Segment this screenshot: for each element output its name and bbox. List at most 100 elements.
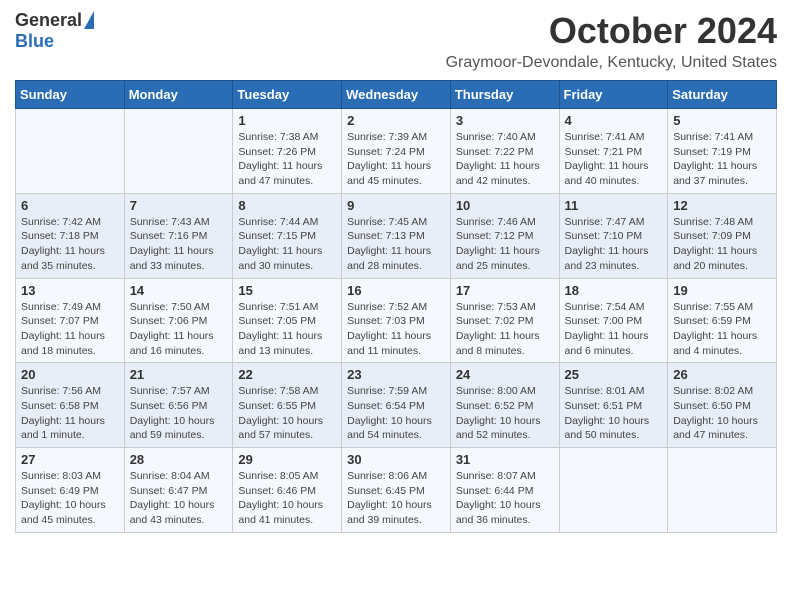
calendar-cell: 8Sunrise: 7:44 AM Sunset: 7:15 PM Daylig… <box>233 193 342 278</box>
day-info: Sunrise: 7:58 AM Sunset: 6:55 PM Dayligh… <box>238 384 336 443</box>
calendar-cell <box>124 109 233 194</box>
day-info: Sunrise: 7:59 AM Sunset: 6:54 PM Dayligh… <box>347 384 445 443</box>
day-number: 22 <box>238 367 336 382</box>
calendar-cell: 12 Sunrise: 7:48 AM Sunset: 7:09 PM Dayli… <box>668 193 777 278</box>
weekday-header: Friday <box>559 81 668 109</box>
day-info: Sunrise: 7:41 AM Sunset: 7:19 PM Dayligh… <box>673 130 771 189</box>
calendar-cell: 13 Sunrise: 7:49 AM Sunset: 7:07 PM Dayli… <box>16 278 125 363</box>
day-number: 15 <box>238 283 336 298</box>
day-number: 6 <box>21 198 119 213</box>
day-info: Sunrise: 7:39 AM Sunset: 7:24 PM Dayligh… <box>347 130 445 189</box>
day-number: 28 <box>130 452 228 467</box>
day-info: Sunrise: 7:44 AM Sunset: 7:15 PM Dayligh… <box>238 215 336 274</box>
day-info: Sunrise: 7:43 AM Sunset: 7:16 PM Dayligh… <box>130 215 228 274</box>
calendar-cell <box>16 109 125 194</box>
day-number: 4 <box>565 113 663 128</box>
calendar-cell: 23 Sunrise: 7:59 AM Sunset: 6:54 PM Dayli… <box>342 363 451 448</box>
calendar-cell <box>559 448 668 533</box>
calendar-cell: 28 Sunrise: 8:04 AM Sunset: 6:47 PM Dayli… <box>124 448 233 533</box>
day-info: Sunrise: 8:05 AM Sunset: 6:46 PM Dayligh… <box>238 469 336 528</box>
weekday-header: Sunday <box>16 81 125 109</box>
day-info: Sunrise: 7:53 AM Sunset: 7:02 PM Dayligh… <box>456 300 554 359</box>
weekday-header: Thursday <box>450 81 559 109</box>
calendar-cell: 29Sunrise: 8:05 AM Sunset: 6:46 PM Dayli… <box>233 448 342 533</box>
day-info: Sunrise: 7:51 AM Sunset: 7:05 PM Dayligh… <box>238 300 336 359</box>
calendar-cell: 21 Sunrise: 7:57 AM Sunset: 6:56 PM Dayli… <box>124 363 233 448</box>
day-number: 27 <box>21 452 119 467</box>
logo: General Blue <box>15 10 94 52</box>
day-number: 17 <box>456 283 554 298</box>
day-number: 14 <box>130 283 228 298</box>
calendar-week-row: 13 Sunrise: 7:49 AM Sunset: 7:07 PM Dayli… <box>16 278 777 363</box>
calendar-cell: 16Sunrise: 7:52 AM Sunset: 7:03 PM Dayli… <box>342 278 451 363</box>
day-info: Sunrise: 7:55 AM Sunset: 6:59 PM Dayligh… <box>673 300 771 359</box>
day-info: Sunrise: 8:07 AM Sunset: 6:44 PM Dayligh… <box>456 469 554 528</box>
logo-blue-text: Blue <box>15 31 54 52</box>
day-number: 18 <box>565 283 663 298</box>
calendar-cell: 31 Sunrise: 8:07 AM Sunset: 6:44 PM Dayli… <box>450 448 559 533</box>
weekday-header-row: SundayMondayTuesdayWednesdayThursdayFrid… <box>16 81 777 109</box>
day-number: 31 <box>456 452 554 467</box>
calendar-cell: 19 Sunrise: 7:55 AM Sunset: 6:59 PM Dayli… <box>668 278 777 363</box>
calendar-week-row: 20Sunrise: 7:56 AM Sunset: 6:58 PM Dayli… <box>16 363 777 448</box>
day-number: 11 <box>565 198 663 213</box>
weekday-header: Saturday <box>668 81 777 109</box>
day-info: Sunrise: 7:49 AM Sunset: 7:07 PM Dayligh… <box>21 300 119 359</box>
weekday-header: Monday <box>124 81 233 109</box>
day-number: 13 <box>21 283 119 298</box>
day-info: Sunrise: 8:00 AM Sunset: 6:52 PM Dayligh… <box>456 384 554 443</box>
logo-triangle-icon <box>84 11 94 29</box>
day-number: 21 <box>130 367 228 382</box>
weekday-header: Tuesday <box>233 81 342 109</box>
calendar-cell: 9 Sunrise: 7:45 AM Sunset: 7:13 PM Daylig… <box>342 193 451 278</box>
calendar-cell: 11Sunrise: 7:47 AM Sunset: 7:10 PM Dayli… <box>559 193 668 278</box>
day-number: 30 <box>347 452 445 467</box>
day-number: 16 <box>347 283 445 298</box>
day-number: 12 <box>673 198 771 213</box>
day-info: Sunrise: 8:02 AM Sunset: 6:50 PM Dayligh… <box>673 384 771 443</box>
calendar-cell: 30Sunrise: 8:06 AM Sunset: 6:45 PM Dayli… <box>342 448 451 533</box>
day-number: 5 <box>673 113 771 128</box>
calendar-cell: 7 Sunrise: 7:43 AM Sunset: 7:16 PM Daylig… <box>124 193 233 278</box>
day-info: Sunrise: 8:04 AM Sunset: 6:47 PM Dayligh… <box>130 469 228 528</box>
day-number: 19 <box>673 283 771 298</box>
calendar-week-row: 27Sunrise: 8:03 AM Sunset: 6:49 PM Dayli… <box>16 448 777 533</box>
calendar-cell: 6 Sunrise: 7:42 AM Sunset: 7:18 PM Daylig… <box>16 193 125 278</box>
day-info: Sunrise: 7:48 AM Sunset: 7:09 PM Dayligh… <box>673 215 771 274</box>
day-info: Sunrise: 7:50 AM Sunset: 7:06 PM Dayligh… <box>130 300 228 359</box>
day-number: 3 <box>456 113 554 128</box>
location-title: Graymoor-Devondale, Kentucky, United Sta… <box>446 54 777 72</box>
day-info: Sunrise: 7:38 AM Sunset: 7:26 PM Dayligh… <box>238 130 336 189</box>
calendar-cell: 17 Sunrise: 7:53 AM Sunset: 7:02 PM Dayli… <box>450 278 559 363</box>
day-info: Sunrise: 8:01 AM Sunset: 6:51 PM Dayligh… <box>565 384 663 443</box>
calendar-cell: 22 Sunrise: 7:58 AM Sunset: 6:55 PM Dayli… <box>233 363 342 448</box>
calendar-cell: 2 Sunrise: 7:39 AM Sunset: 7:24 PM Daylig… <box>342 109 451 194</box>
day-number: 9 <box>347 198 445 213</box>
day-info: Sunrise: 7:40 AM Sunset: 7:22 PM Dayligh… <box>456 130 554 189</box>
day-number: 7 <box>130 198 228 213</box>
weekday-header: Wednesday <box>342 81 451 109</box>
day-info: Sunrise: 7:57 AM Sunset: 6:56 PM Dayligh… <box>130 384 228 443</box>
day-info: Sunrise: 7:42 AM Sunset: 7:18 PM Dayligh… <box>21 215 119 274</box>
calendar-cell: 27Sunrise: 8:03 AM Sunset: 6:49 PM Dayli… <box>16 448 125 533</box>
day-number: 2 <box>347 113 445 128</box>
day-number: 10 <box>456 198 554 213</box>
calendar-week-row: 6 Sunrise: 7:42 AM Sunset: 7:18 PM Daylig… <box>16 193 777 278</box>
calendar-cell <box>668 448 777 533</box>
title-area: October 2024 Graymoor-Devondale, Kentuck… <box>446 10 777 72</box>
calendar-cell: 24Sunrise: 8:00 AM Sunset: 6:52 PM Dayli… <box>450 363 559 448</box>
calendar-cell: 5 Sunrise: 7:41 AM Sunset: 7:19 PM Daylig… <box>668 109 777 194</box>
calendar-cell: 4Sunrise: 7:41 AM Sunset: 7:21 PM Daylig… <box>559 109 668 194</box>
day-number: 23 <box>347 367 445 382</box>
logo-general-text: General <box>15 10 82 31</box>
day-number: 25 <box>565 367 663 382</box>
calendar-cell: 14 Sunrise: 7:50 AM Sunset: 7:06 PM Dayli… <box>124 278 233 363</box>
day-info: Sunrise: 7:45 AM Sunset: 7:13 PM Dayligh… <box>347 215 445 274</box>
calendar-cell: 15 Sunrise: 7:51 AM Sunset: 7:05 PM Dayli… <box>233 278 342 363</box>
calendar-cell: 3 Sunrise: 7:40 AM Sunset: 7:22 PM Daylig… <box>450 109 559 194</box>
calendar-cell: 18 Sunrise: 7:54 AM Sunset: 7:00 PM Dayli… <box>559 278 668 363</box>
day-info: Sunrise: 7:46 AM Sunset: 7:12 PM Dayligh… <box>456 215 554 274</box>
month-title: October 2024 <box>446 10 777 52</box>
day-info: Sunrise: 7:54 AM Sunset: 7:00 PM Dayligh… <box>565 300 663 359</box>
calendar-cell: 1Sunrise: 7:38 AM Sunset: 7:26 PM Daylig… <box>233 109 342 194</box>
